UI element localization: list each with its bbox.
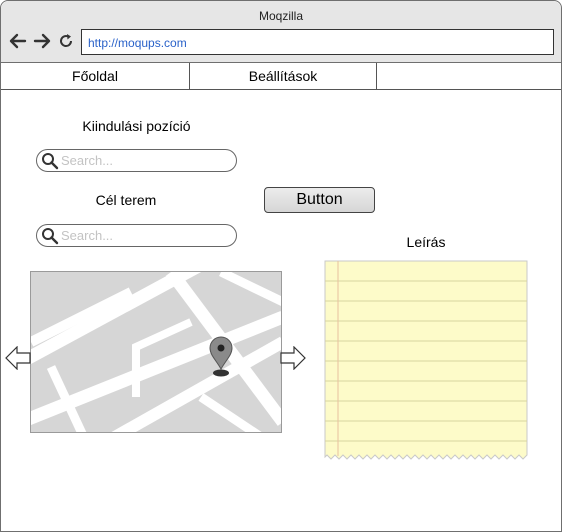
description-notes[interactable]	[324, 260, 528, 463]
forward-arrow-icon[interactable]	[33, 32, 51, 50]
tab-settings[interactable]: Beállítások	[190, 63, 377, 90]
start-search-field[interactable]	[36, 149, 237, 172]
url-bar[interactable]: http://moqups.com	[81, 29, 554, 55]
browser-titlebar: Moqzilla http://moqups.com	[1, 1, 561, 63]
target-room-label: Cél terem	[95, 192, 157, 208]
browser-window: Moqzilla http://moqups.com Főoldal Beáll…	[0, 0, 562, 532]
map-pin-icon	[209, 336, 233, 377]
search-icon	[42, 153, 59, 170]
back-arrow-icon[interactable]	[9, 32, 27, 50]
search-icon	[42, 228, 59, 245]
tab-empty[interactable]	[377, 63, 561, 90]
reload-icon[interactable]	[57, 32, 75, 50]
right-arrow-icon[interactable]	[280, 345, 306, 371]
notes-paper	[324, 260, 528, 460]
description-label: Leírás	[406, 234, 446, 250]
window-title: Moqzilla	[258, 9, 303, 23]
target-search-field[interactable]	[36, 224, 237, 247]
action-button[interactable]: Button	[264, 187, 375, 213]
url-text: http://moqups.com	[88, 36, 187, 50]
tab-home[interactable]: Főoldal	[1, 63, 190, 90]
left-arrow-icon[interactable]	[5, 345, 31, 371]
map-view[interactable]	[30, 271, 282, 433]
map-roads	[31, 272, 281, 432]
tab-bar: Főoldal Beállítások	[1, 63, 561, 90]
target-search-input[interactable]	[61, 227, 231, 244]
start-search-input[interactable]	[61, 152, 231, 169]
start-position-label: Kiindulási pozíció	[82, 118, 191, 134]
